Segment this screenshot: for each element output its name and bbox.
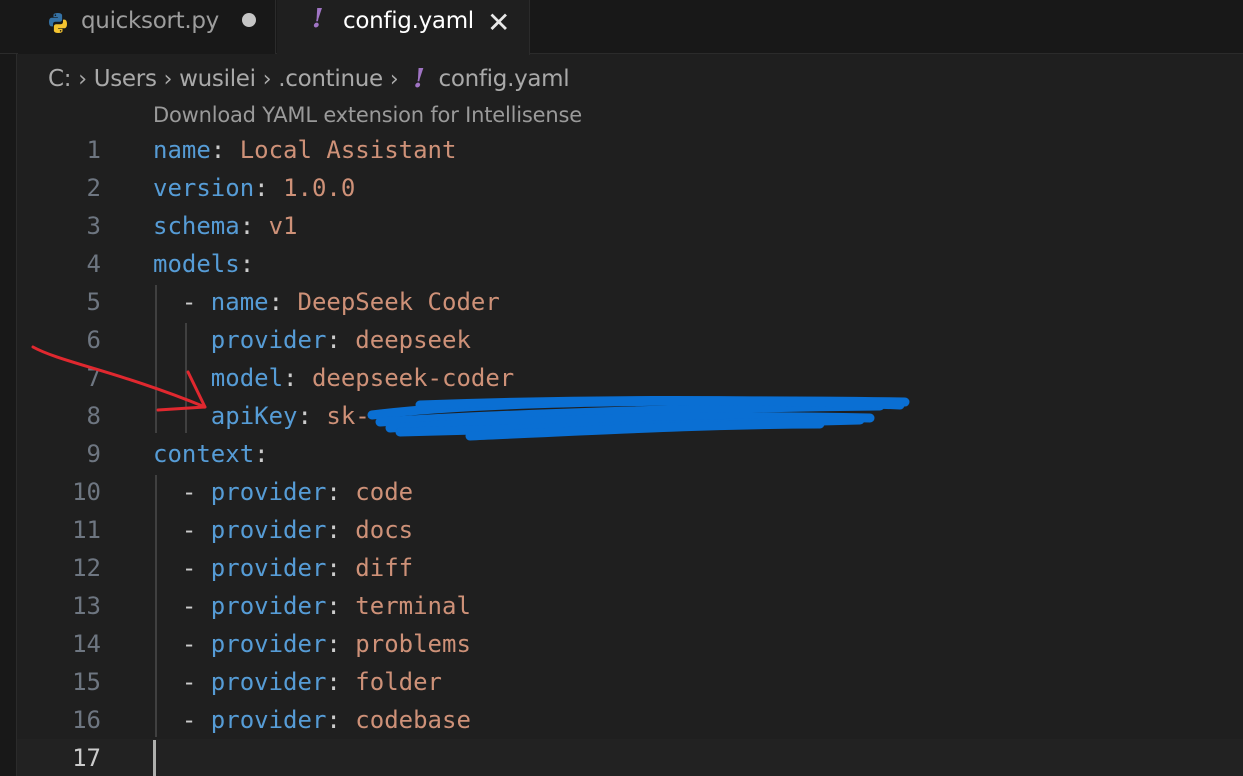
annotation-overlay — [31, 345, 910, 441]
redaction-scribble — [367, 395, 910, 441]
red-arrow-annotation — [31, 345, 207, 412]
